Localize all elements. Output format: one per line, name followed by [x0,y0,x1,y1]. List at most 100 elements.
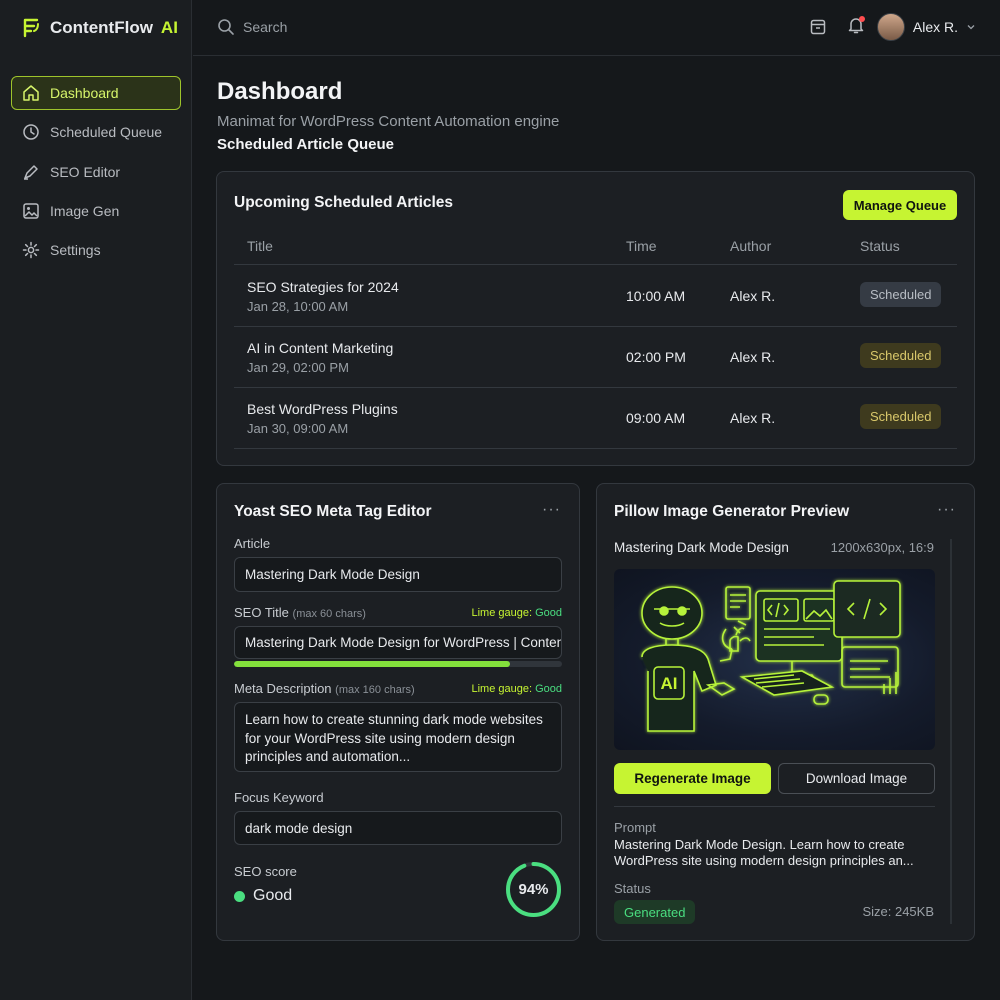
archive-icon[interactable] [809,18,827,36]
article-date: Jan 28, 10:00 AM [247,299,349,314]
article-author: Alex R. [730,288,776,304]
column-header-time[interactable]: Time [626,238,657,254]
sidebar-item-seo-editor[interactable]: SEO Editor [11,155,181,189]
seo-title-progress [234,661,562,667]
gauge-prefix: Lime gauge: [471,683,533,695]
article-time: 02:00 PM [626,349,686,365]
table-row[interactable]: Best WordPress Plugins Jan 30, 09:00 AM … [234,388,957,449]
clock-icon [23,124,39,141]
section-title: Scheduled Article Queue [217,136,394,153]
sidebar-item-label: Dashboard [50,85,119,101]
notifications-button[interactable] [847,15,865,39]
sidebar-item-settings[interactable]: Settings [11,233,181,267]
page-title: Dashboard [217,78,343,105]
user-menu[interactable]: Alex R. [876,13,976,41]
status-badge: Generated [614,900,696,924]
article-title[interactable]: Best WordPress Plugins [247,401,398,417]
article-time: 09:00 AM [626,410,686,426]
seo-score-percent: 94% [518,881,549,898]
article-field[interactable]: Mastering Dark Mode Design [234,557,562,592]
seo-editor-card: Yoast SEO Meta Tag Editor ··· Article Ma… [216,483,580,941]
brand-logo[interactable]: ContentFlow AI [20,17,178,39]
article-author: Alex R. [730,349,776,365]
column-header-status[interactable]: Status [860,238,900,254]
notification-dot [858,15,865,22]
avatar [876,13,905,41]
topbar: Search Alex R. [193,0,1000,56]
prompt-label: Prompt [614,820,656,835]
seo-score-status: Good [234,887,292,905]
meta-description-textarea[interactable]: Learn how to create stunning dark mode w… [234,702,562,772]
preview-ai-label: AI [661,674,678,693]
seo-title-input[interactable]: Mastering Dark Mode Design for WordPress… [234,626,562,659]
seo-title-hint: (max 60 chars) [292,608,366,620]
meta-label-text: Meta Description [234,681,332,696]
divider [614,806,935,807]
generated-image-preview: AI [614,569,935,750]
sidebar: ContentFlow AI Dashboard Scheduled Queue… [0,0,192,1000]
more-options-icon[interactable]: ··· [937,501,956,519]
manage-queue-button[interactable]: Manage Queue [843,190,957,220]
sidebar-item-label: SEO Editor [50,163,121,180]
regenerate-image-button[interactable]: Regenerate Image [614,763,771,794]
sidebar-item-label: Settings [50,242,101,259]
status-dot [234,890,245,902]
article-date: Jan 30, 09:00 AM [247,421,349,436]
search-bar[interactable]: Search [217,18,287,36]
sidebar-item-scheduled-queue[interactable]: Scheduled Queue [11,115,181,149]
column-header-author[interactable]: Author [730,238,771,254]
meta-gauge: Lime gauge: Good [471,683,562,695]
gear-icon [22,241,40,259]
seo-title-gauge: Lime gauge: Good [471,607,562,619]
table-row[interactable]: SEO Strategies for 2024 Jan 28, 10:00 AM… [234,266,957,327]
column-header-title[interactable]: Title [247,238,273,254]
prompt-text: Mastering Dark Mode Design. Learn how to… [614,837,914,868]
brand-accent: AI [160,18,178,37]
download-image-button[interactable]: Download Image [778,763,935,794]
search-input[interactable]: Search [243,19,287,35]
search-icon [218,19,234,35]
image-icon [23,203,39,219]
gauge-prefix: Lime gauge: [471,607,533,619]
status-badge: Scheduled [860,282,942,307]
brand-name: ContentFlow [50,18,153,37]
image-dimensions: 1200x630px, 16:9 [830,540,934,555]
sidebar-item-label: Scheduled Queue [50,124,163,141]
image-generator-card: Pillow Image Generator Preview ··· Maste… [596,483,975,941]
more-options-icon[interactable]: ··· [542,501,561,519]
home-icon [23,85,39,101]
pen-icon [24,164,38,180]
sidebar-item-label: Image Gen [50,202,120,219]
scrollbar[interactable] [950,539,952,924]
seo-score-label: SEO score [234,864,297,879]
status-label: Status [614,881,651,896]
status-badge: Scheduled [860,343,942,368]
article-name: Mastering Dark Mode Design [614,540,789,555]
user-name: Alex R. [912,19,958,35]
seo-title-progress-fill [234,661,510,667]
article-title[interactable]: AI in Content Marketing [247,340,393,356]
sidebar-item-dashboard[interactable]: Dashboard [11,76,181,110]
seo-score-status-text: Good [253,887,293,904]
focus-keyword-input[interactable]: dark mode design [234,811,562,845]
table-header: Title Time Author Status [234,238,957,265]
sidebar-item-image-gen[interactable]: Image Gen [11,194,181,228]
article-time: 10:00 AM [626,288,686,304]
article-label: Article [234,536,271,551]
gauge-value: Good [535,683,562,695]
article-date: Jan 29, 02:00 PM [247,360,349,375]
logo-icon [23,18,39,38]
card-title: Upcoming Scheduled Articles [234,194,454,211]
seo-title-label-text: SEO Title [234,605,289,620]
robot-illustration: AI [641,580,901,732]
sidebar-nav: Dashboard Scheduled Queue SEO Editor Ima… [11,76,181,272]
chevron-down-icon [967,25,975,30]
article-title[interactable]: SEO Strategies for 2024 [247,279,399,295]
meta-hint: (max 160 chars) [335,684,415,696]
page-header: Dashboard Manimat for WordPress Content … [217,78,559,153]
topbar-actions: Alex R. [809,13,976,41]
seo-title-label: SEO Title (max 60 chars) [234,605,366,620]
table-row[interactable]: AI in Content Marketing Jan 29, 02:00 PM… [234,327,957,388]
scheduled-articles-card: Upcoming Scheduled Articles Manage Queue… [216,171,975,466]
gauge-value: Good [535,607,562,619]
